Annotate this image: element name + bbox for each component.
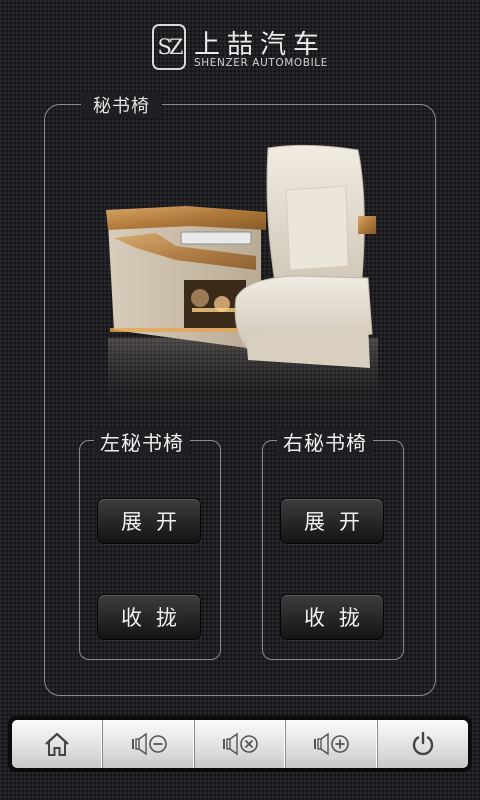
right-group-title: 右秘书椅 <box>277 427 373 456</box>
home-icon <box>45 732 69 756</box>
panel-title: 秘书椅 <box>81 92 162 118</box>
volume-down-button[interactable] <box>103 720 195 768</box>
brand-name-english: SHENZER AUTOMOBILE <box>194 57 328 69</box>
app-header: SZ 上喆汽车 SHENZER AUTOMOBILE <box>0 0 480 86</box>
left-retract-button[interactable]: 收拢 <box>97 594 201 640</box>
power-icon <box>412 731 433 756</box>
volume-up-icon <box>314 732 350 756</box>
mute-button[interactable] <box>195 720 287 768</box>
right-retract-button[interactable]: 收拢 <box>280 594 384 640</box>
power-button[interactable] <box>378 720 468 768</box>
mute-icon <box>223 732 258 756</box>
left-expand-button[interactable]: 展开 <box>97 498 201 544</box>
secretary-chair-image <box>96 138 386 428</box>
bottom-toolbar <box>8 716 472 772</box>
brand-name-chinese: 上喆汽车 <box>194 30 327 60</box>
home-button[interactable] <box>12 720 104 768</box>
left-group-title: 左秘书椅 <box>94 427 190 456</box>
right-expand-button[interactable]: 展开 <box>280 498 384 544</box>
volume-down-icon <box>131 732 167 756</box>
brand-logo-mark: SZ <box>152 24 186 70</box>
volume-up-button[interactable] <box>286 720 378 768</box>
